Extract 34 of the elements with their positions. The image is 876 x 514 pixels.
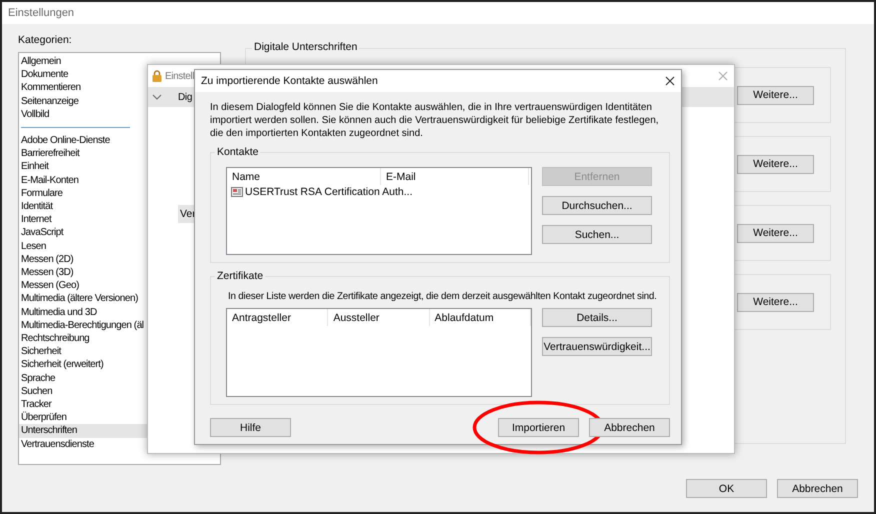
ok-button[interactable]: OK (686, 479, 767, 498)
certificates-description: In dieser Liste werden die Zertifikate angezeigt, die dem derzeit ausgewählten Kontakt zugeordnet sind. (227, 291, 654, 302)
column-header[interactable]: Aussteller (328, 309, 430, 326)
contact-name[interactable]: USERTrust RSA Certification Auth... (245, 186, 412, 198)
window-title: Einstellungen (8, 7, 74, 19)
more-button[interactable]: Weitere... (737, 154, 814, 174)
section-label: Dig (178, 92, 192, 102)
chevron-down-icon (152, 94, 162, 100)
cancel-button[interactable]: Abbrechen (777, 479, 858, 498)
more-button[interactable]: Weitere... (737, 292, 814, 312)
column-header[interactable]: Ablaufdatum (430, 309, 531, 326)
details-button[interactable]: Details... (542, 308, 652, 327)
column-header[interactable]: Name (227, 168, 381, 185)
close-icon[interactable] (665, 76, 675, 86)
column-header[interactable]: Antragsteller (227, 309, 328, 326)
group-title: Zertifikate (215, 270, 266, 282)
window-title: Einstell (165, 70, 194, 82)
category-item[interactable]: Allgemein (19, 55, 220, 68)
more-button[interactable]: Weitere... (737, 224, 814, 242)
help-button[interactable]: Hilfe (210, 418, 291, 437)
group-title: Kontakte (215, 146, 260, 158)
search-button[interactable]: Suchen... (542, 225, 652, 244)
trust-button[interactable]: Vertrauenswürdigkeit... (542, 337, 652, 356)
dialog-description: In diesem Dialogfeld können Sie die Kontakte auswählen, die in Ihre vertrauenswürdigen Identitäten importiert werden sollen. Sie können auch die Vertrauenswürdigkeit für beliebige Zertifikate festlegen, die den importierten Kontakten zugeordnet sind. (210, 101, 660, 140)
group-title: Digitale Unterschriften (252, 41, 360, 53)
dialog-title: Zu importierende Kontakte auswählen (201, 75, 378, 87)
certificate-icon (231, 187, 243, 197)
import-button[interactable]: Importieren (498, 418, 579, 437)
column-header[interactable]: E-Mail (381, 168, 529, 185)
cancel-button[interactable]: Abbrechen (589, 418, 670, 437)
browse-button[interactable]: Durchsuchen... (542, 196, 652, 215)
categories-label: Kategorien: (18, 34, 73, 46)
more-button[interactable]: Weitere... (737, 86, 814, 104)
lock-icon (152, 70, 162, 82)
